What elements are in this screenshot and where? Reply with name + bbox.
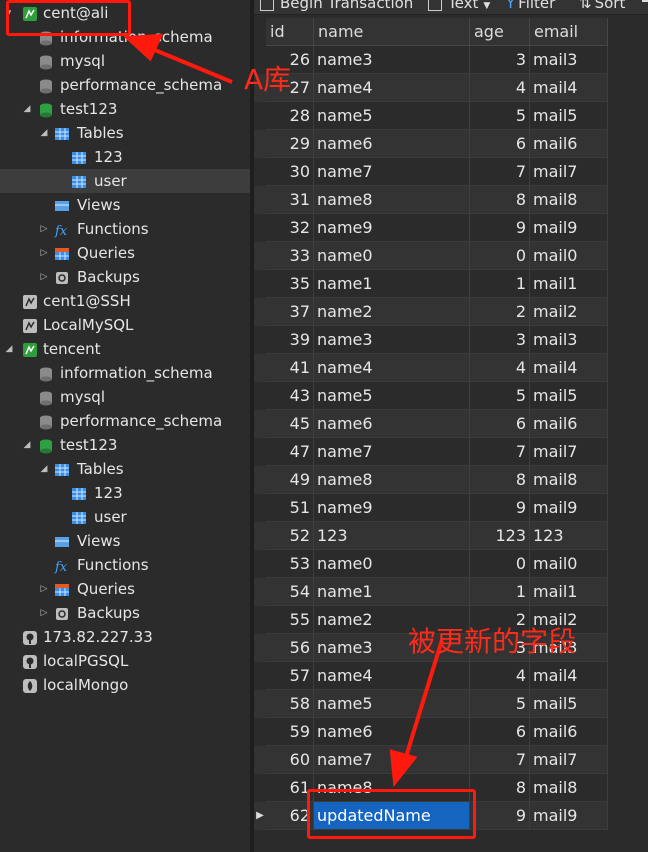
annotation-box-updated-cell bbox=[307, 789, 476, 839]
arrow-to-updated-cell bbox=[389, 639, 444, 788]
arrow-to-connection bbox=[123, 33, 233, 84]
annotation-label-a: A库 bbox=[244, 63, 292, 96]
annotation-label-updated: 被更新的字段 bbox=[408, 625, 577, 658]
annotation-arrows bbox=[123, 33, 444, 788]
